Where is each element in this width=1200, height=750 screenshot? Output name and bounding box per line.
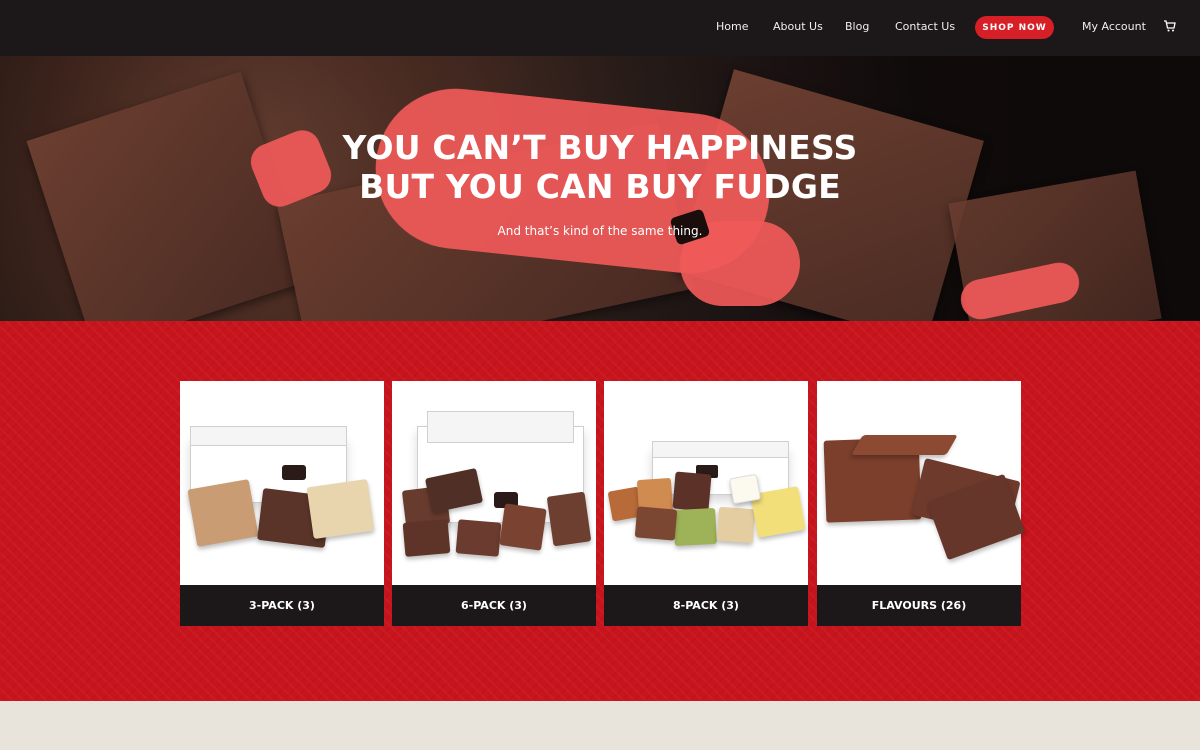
product-box-lid xyxy=(190,426,347,446)
hero-banner: YOU CAN’T BUY HAPPINESS BUT YOU CAN BUY … xyxy=(0,56,1200,321)
cart-icon[interactable] xyxy=(1164,20,1176,32)
fudge-piece xyxy=(402,519,451,557)
hero-title-line2: BUT YOU CAN BUY FUDGE xyxy=(359,167,841,206)
nav-about-us[interactable]: About Us xyxy=(773,20,823,33)
nav-home[interactable]: Home xyxy=(716,20,748,33)
nav-blog[interactable]: Blog xyxy=(845,20,869,33)
product-card-8-pack[interactable]: 8-PACK (3) xyxy=(604,381,808,626)
fudge-piece-vanilla xyxy=(306,479,375,539)
fudge-piece xyxy=(455,519,502,557)
product-box-lid xyxy=(427,411,574,443)
fudge-piece xyxy=(673,507,717,547)
fudge-piece xyxy=(546,491,592,547)
my-account-link[interactable]: My Account xyxy=(1082,20,1146,33)
fudge-piece-caramel xyxy=(187,479,259,547)
product-category-section: 3-PACK (3) 6-PACK (3) 8-PACK (3) FLAVOUR… xyxy=(0,321,1200,701)
main-navigation: Home About Us Blog Contact Us SHOP NOW M… xyxy=(0,0,1200,56)
product-card-label[interactable]: FLAVOURS (26) xyxy=(817,585,1021,626)
fudge-piece xyxy=(728,473,762,505)
page-footer-area xyxy=(0,701,1200,750)
fudge-block-top xyxy=(851,435,958,455)
product-box-lid xyxy=(652,441,789,458)
fudge-piece xyxy=(634,506,678,541)
fudge-piece xyxy=(716,506,756,544)
product-card-label[interactable]: 3-PACK (3) xyxy=(180,585,384,626)
product-card-label[interactable]: 6-PACK (3) xyxy=(392,585,596,626)
nav-contact-us[interactable]: Contact Us xyxy=(895,20,955,33)
hero-title: YOU CAN’T BUY HAPPINESS BUT YOU CAN BUY … xyxy=(300,128,900,206)
fudge-piece xyxy=(672,471,712,512)
hero-subtitle: And that’s kind of the same thing. xyxy=(497,224,703,238)
shop-now-button[interactable]: SHOP NOW xyxy=(975,16,1054,39)
product-logo xyxy=(282,465,306,480)
hero-title-line1: YOU CAN’T BUY HAPPINESS xyxy=(342,128,858,167)
product-card-3-pack[interactable]: 3-PACK (3) xyxy=(180,381,384,626)
product-card-label[interactable]: 8-PACK (3) xyxy=(604,585,808,626)
product-card-6-pack[interactable]: 6-PACK (3) xyxy=(392,381,596,626)
product-card-flavours[interactable]: FLAVOURS (26) xyxy=(817,381,1026,626)
fudge-piece xyxy=(499,503,547,551)
